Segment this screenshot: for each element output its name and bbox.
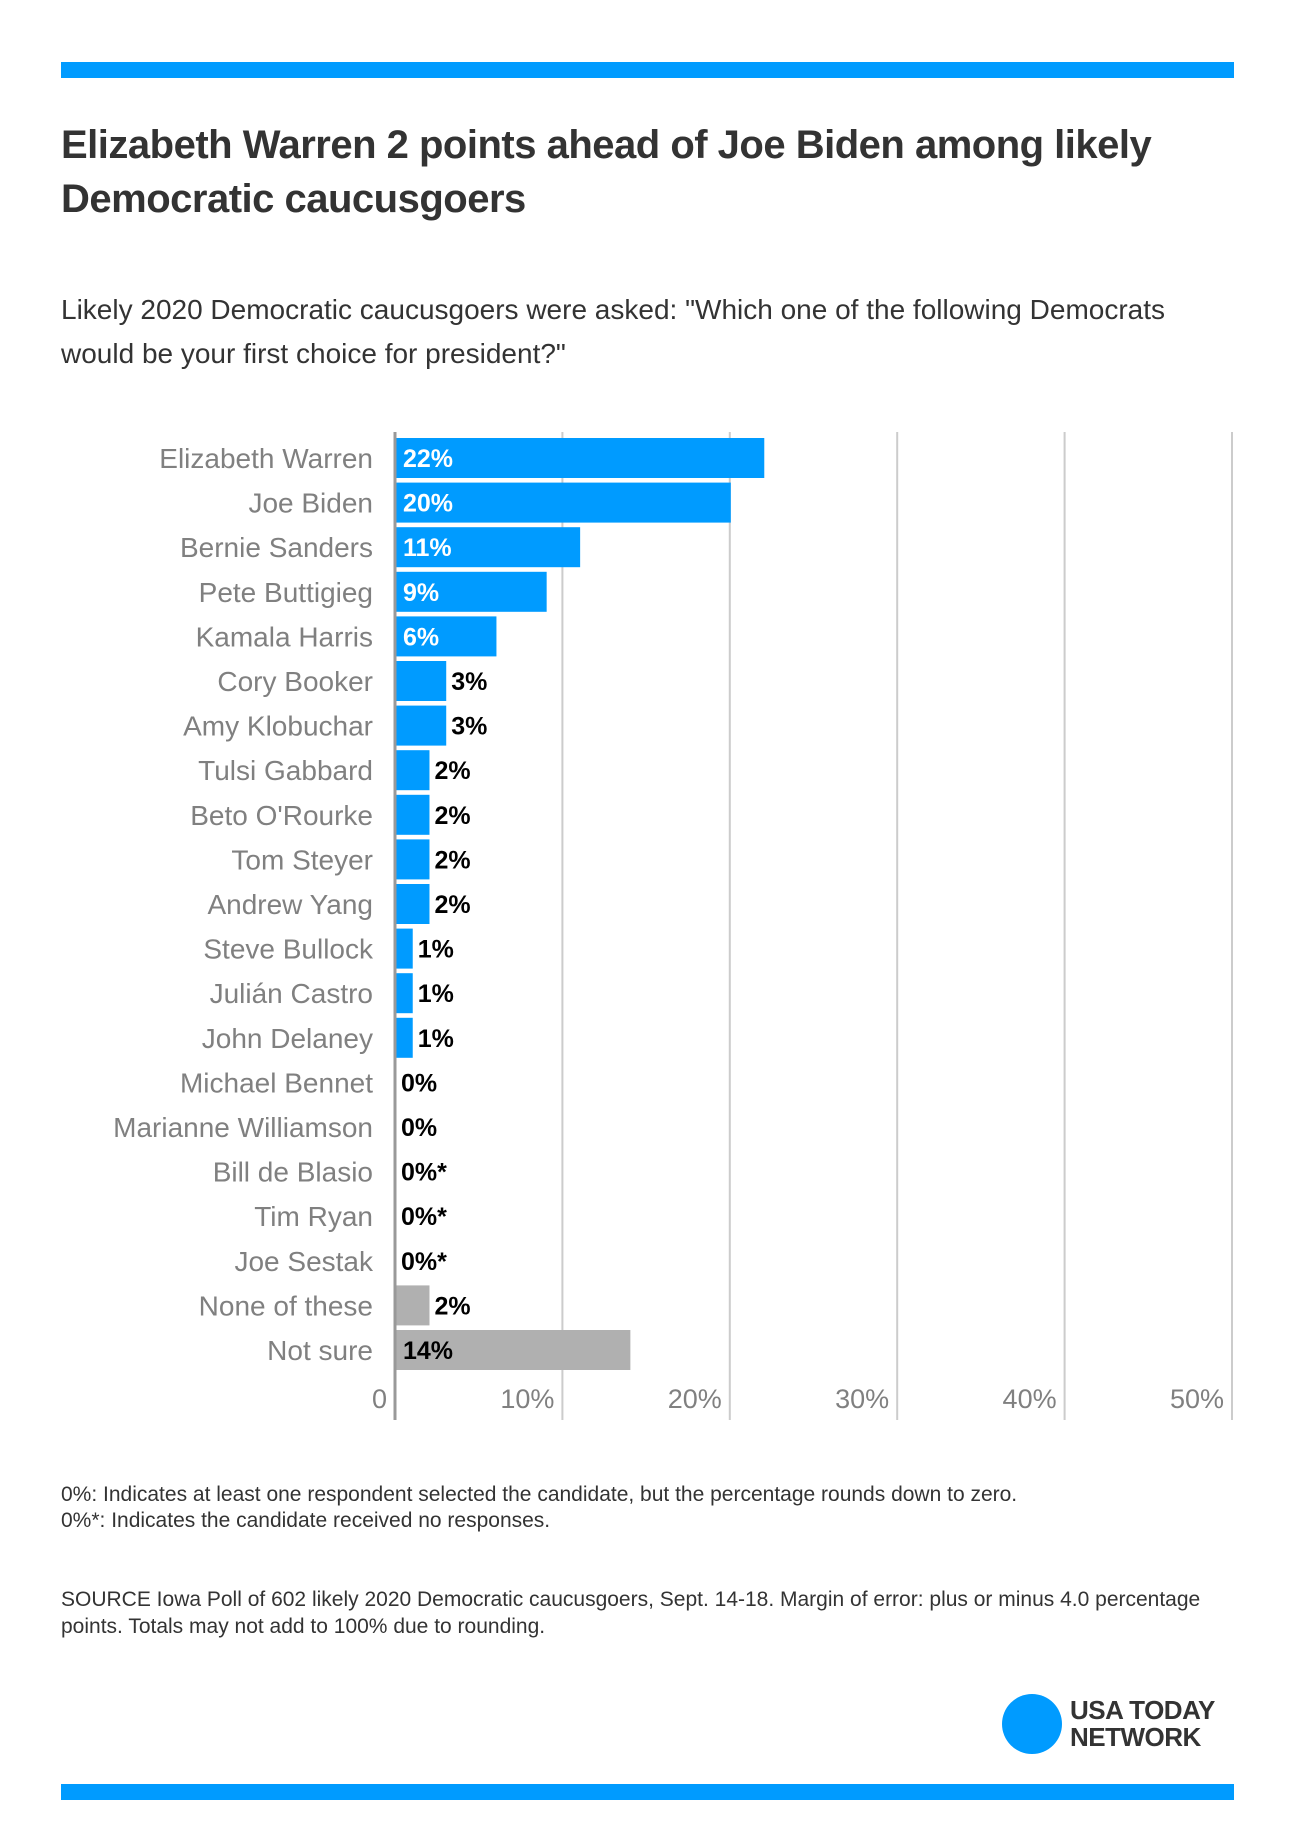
footnote-zero: 0%: Indicates at least one respondent se… bbox=[61, 1483, 1018, 1506]
bar-13 bbox=[396, 1017, 413, 1058]
x-tick-label-0: 0 bbox=[372, 1384, 387, 1414]
value-label: 1% bbox=[418, 936, 454, 964]
x-tick-label-30: 30% bbox=[835, 1384, 889, 1414]
x-tick-label-20: 20% bbox=[668, 1384, 722, 1414]
category-label: Beto O'Rourke bbox=[190, 800, 373, 831]
category-label: Kamala Harris bbox=[196, 621, 373, 652]
category-label: Joe Sestak bbox=[234, 1246, 374, 1277]
bar-6 bbox=[396, 705, 447, 746]
category-label: Marianne Williamson bbox=[113, 1112, 373, 1143]
value-label: 0%* bbox=[401, 1159, 447, 1187]
x-tick-labels: 0 10% 20% 30% 40% 50% bbox=[372, 1384, 1224, 1414]
footnotes: 0%: Indicates at least one respondent se… bbox=[61, 1482, 1241, 1534]
bar-9 bbox=[396, 839, 430, 880]
category-label: Bill de Blasio bbox=[213, 1157, 373, 1188]
category-label: Joe Biden bbox=[248, 488, 373, 519]
x-tick-label-50: 50% bbox=[1170, 1384, 1224, 1414]
bar-chart: Elizabeth Warren Joe Biden Bernie Sanders P… bbox=[113, 432, 1233, 1420]
value-label: 6% bbox=[403, 623, 439, 651]
logo-line-2: NETWORK bbox=[1070, 1722, 1201, 1752]
category-label: Julián Castro bbox=[210, 978, 373, 1009]
value-label: 2% bbox=[434, 757, 470, 785]
value-label: 0% bbox=[401, 1069, 437, 1097]
value-label: 0% bbox=[401, 1114, 437, 1142]
category-label: Michael Bennet bbox=[180, 1067, 373, 1098]
source-note: SOURCE Iowa Poll of 602 likely 2020 Demo… bbox=[61, 1588, 1201, 1638]
value-label: 22% bbox=[403, 445, 453, 473]
footnote-zero-star: 0%*: Indicates the candidate received no… bbox=[61, 1509, 551, 1532]
category-label: Tom Steyer bbox=[231, 844, 373, 875]
bar-8 bbox=[396, 794, 430, 835]
bar-11 bbox=[396, 928, 413, 969]
usa-today-network-logo: USA TODAY NETWORK bbox=[1002, 1694, 1215, 1754]
value-label: 0%* bbox=[401, 1203, 447, 1231]
value-label: 14% bbox=[403, 1337, 453, 1365]
category-label: Not sure bbox=[267, 1335, 373, 1366]
gridlines bbox=[561, 432, 1233, 1420]
category-label: Tulsi Gabbard bbox=[198, 755, 373, 786]
bar-7 bbox=[396, 750, 430, 791]
bottom-accent-rule bbox=[61, 1784, 1234, 1800]
value-label: 1% bbox=[418, 1025, 454, 1053]
value-label: 20% bbox=[403, 490, 453, 518]
value-label: 2% bbox=[434, 802, 470, 830]
value-label: 2% bbox=[434, 846, 470, 874]
value-label: 2% bbox=[434, 1292, 470, 1320]
category-label: Cory Booker bbox=[217, 666, 373, 697]
bar-19 bbox=[396, 1285, 430, 1326]
chart-subtitle: Likely 2020 Democratic caucusgoers were … bbox=[61, 294, 1166, 369]
value-label: 9% bbox=[403, 579, 439, 607]
chart-title: Elizabeth Warren 2 points ahead of Joe B… bbox=[61, 123, 1152, 221]
usa-today-dot-icon bbox=[1002, 1694, 1062, 1754]
category-label: Amy Klobuchar bbox=[183, 711, 373, 742]
category-label: None of these bbox=[199, 1290, 373, 1321]
bar-10 bbox=[396, 884, 430, 924]
value-label: 11% bbox=[403, 534, 452, 562]
value-label: 0%* bbox=[401, 1248, 447, 1276]
bar-12 bbox=[396, 973, 413, 1014]
value-label: 3% bbox=[451, 713, 487, 741]
category-label: Pete Buttigieg bbox=[199, 577, 373, 608]
category-label: Bernie Sanders bbox=[180, 532, 373, 563]
top-accent-rule bbox=[61, 62, 1234, 78]
bar-5 bbox=[396, 661, 447, 701]
value-label: 2% bbox=[434, 891, 470, 919]
value-label: 3% bbox=[451, 668, 487, 696]
category-label: Andrew Yang bbox=[207, 889, 373, 920]
category-label: Elizabeth Warren bbox=[159, 443, 373, 474]
value-label: 1% bbox=[418, 980, 454, 1008]
category-label: Tim Ryan bbox=[254, 1201, 373, 1232]
category-labels: Elizabeth Warren Joe Biden Bernie Sanders P… bbox=[113, 443, 374, 1366]
x-tick-label-40: 40% bbox=[1003, 1384, 1057, 1414]
x-tick-label-10: 10% bbox=[500, 1384, 554, 1414]
category-label: Steve Bullock bbox=[203, 934, 374, 965]
logo-line-1: USA TODAY bbox=[1070, 1695, 1215, 1725]
category-label: John Delaney bbox=[202, 1023, 373, 1054]
